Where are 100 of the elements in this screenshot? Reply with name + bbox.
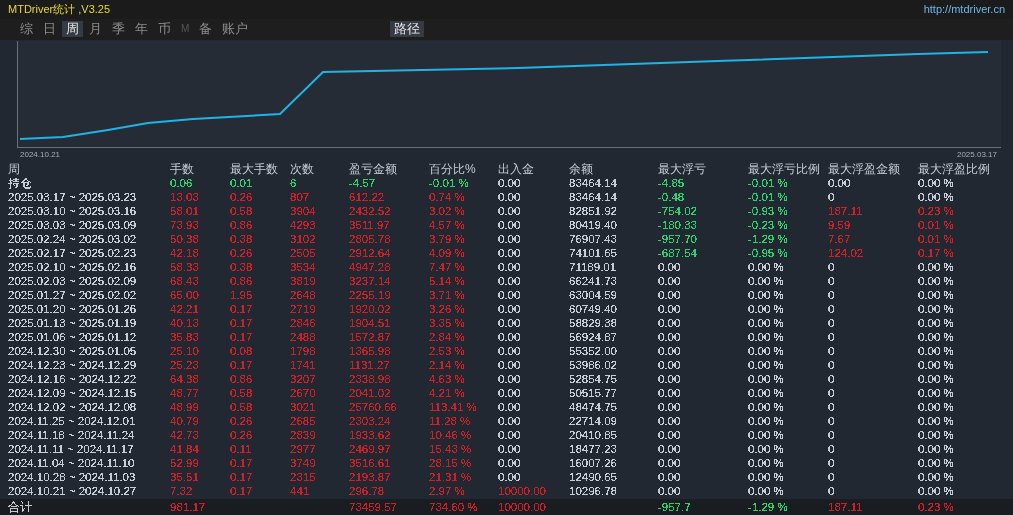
table-cell-text: 0.00	[498, 190, 522, 204]
table-cell-text: 1131.27	[349, 358, 391, 372]
table-cell-text: 0.00	[498, 274, 522, 288]
table-cell-text: 0.23 %	[918, 500, 955, 515]
table-cell-text: -180.33	[658, 218, 698, 232]
table-cell-text: 0.00	[498, 246, 522, 260]
column-header: 余额	[569, 162, 594, 176]
table-cell-text: 0.00	[498, 232, 522, 246]
table-cell-text: 0.00 %	[748, 386, 785, 400]
table-cell-text: 0.00 %	[918, 428, 955, 442]
table-cell-text: 734.60 %	[429, 500, 479, 515]
table-cell-text: 0.00 %	[918, 386, 955, 400]
table-cell-text: 0.00 %	[918, 414, 955, 428]
table-cell-text: 0.00	[658, 344, 682, 358]
table-cell-text: 0.00	[658, 302, 682, 316]
table-cell-text: 10296.78	[569, 484, 618, 498]
table-cell-text: 2303.24	[349, 414, 392, 428]
table-cell-text: 2041.02	[349, 386, 392, 400]
table-cell-text: 63004.59	[569, 288, 618, 302]
table-cell-text: 42.73	[170, 428, 200, 442]
table-cell-text: 0.00	[498, 358, 522, 372]
table-cell-text: 65.00	[170, 288, 200, 302]
table-cell-text: 0.00 %	[918, 442, 955, 456]
period-tab[interactable]: 币	[154, 21, 175, 38]
table-cell-text: 0.00	[658, 484, 682, 498]
period-tab[interactable]: 季	[108, 21, 129, 38]
table-cell-text: 53986.02	[569, 358, 618, 372]
table-cell-text: 0.00	[828, 176, 852, 190]
table-cell-text: 42.21	[170, 302, 200, 316]
row-label: 2024.11.11 ~ 2024.11.17	[8, 442, 135, 456]
period-tab[interactable]: 账户	[218, 21, 253, 38]
table-cell-text: 58.33	[170, 260, 200, 274]
table-cell-text: 0	[828, 302, 836, 316]
table-cell-text: 6	[290, 176, 298, 190]
table-cell-text: 0.00 %	[918, 288, 955, 302]
period-tab[interactable]: 周	[62, 21, 83, 38]
table-cell-text: 0.00	[658, 288, 682, 302]
table-cell-text: 0.00	[498, 316, 522, 330]
table-cell-text: -687.54	[658, 246, 698, 260]
table-cell-text: 0.00 %	[918, 260, 955, 274]
table-cell-text: 2193.87	[349, 470, 392, 484]
table-cell-text: 0.23 %	[918, 204, 955, 218]
table-cell-text: 2.84 %	[429, 330, 466, 344]
table-cell-text: 10000.00	[498, 484, 547, 498]
table-cell-text: 7.47 %	[429, 260, 466, 274]
table-cell-text: 0.58	[230, 400, 254, 414]
table-cell-text: 0.17	[230, 316, 254, 330]
table-cell-text: 0.00 %	[918, 358, 955, 372]
table-cell-text: -0.95 %	[748, 246, 789, 260]
table-cell-text: 22714.09	[569, 414, 618, 428]
table-cell-text: 113.41 %	[429, 400, 478, 414]
table-cell-text: 76907.43	[569, 232, 618, 246]
table-cell-text: 0.00 %	[918, 470, 955, 484]
row-label: 2024.11.18 ~ 2024.11.24	[8, 428, 136, 442]
table-cell-text: 0.00 %	[748, 456, 785, 470]
period-tab[interactable]: 月	[85, 21, 106, 38]
table-cell-text: 187.11	[828, 204, 864, 218]
table-cell-text: 4947.28	[349, 260, 392, 274]
table-cell-text: 60749.40	[569, 302, 618, 316]
row-label: 2025.02.03 ~ 2025.02.09	[8, 274, 138, 288]
row-label: 2024.12.16 ~ 2024.12.22	[8, 372, 138, 386]
table-cell-text: 0.00 %	[748, 442, 785, 456]
table-cell-text: 11.28 %	[429, 414, 472, 428]
table-cell-text: 0.86	[230, 218, 254, 232]
table-cell-text: 83464.14	[569, 176, 618, 190]
axis-label: 2025.03.17	[956, 150, 997, 159]
table-cell-text: 0	[828, 330, 836, 344]
period-tab[interactable]: 年	[131, 21, 152, 38]
row-label: 2024.10.21 ~ 2024.10.27	[8, 484, 138, 498]
table-cell-text: 0.00	[658, 330, 682, 344]
table-cell-text: 0.00 %	[918, 274, 955, 288]
table-cell-text: 13.03	[170, 190, 200, 204]
table-cell-text: 83464.14	[569, 190, 618, 204]
table-cell-text: 0.00	[658, 274, 682, 288]
table-cell-text: 0.58	[230, 204, 254, 218]
table-cell-text: 2719	[290, 302, 317, 316]
path-button[interactable]: 路径	[390, 21, 425, 38]
period-tab[interactable]: 日	[39, 21, 60, 38]
period-tab[interactable]: 备	[195, 21, 217, 38]
table-cell-text: 0.00 %	[918, 456, 955, 470]
axis-label: 2024.10.21	[20, 150, 61, 159]
row-label: 2025.01.27 ~ 2025.02.02	[8, 288, 138, 302]
table-cell-text: 21.31 %	[429, 470, 473, 484]
table-cell-text: 1933.62	[349, 428, 392, 442]
table-cell-text: 2469.97	[349, 442, 392, 456]
table-cell-text: -0.01 %	[748, 176, 789, 190]
table-cell-text: 7.32	[170, 484, 194, 498]
period-tab[interactable]: 综	[16, 21, 37, 38]
table-cell-text: 2.97 %	[429, 484, 466, 498]
table-cell-text: -957.7	[658, 500, 692, 515]
table-cell-text: 0.00	[498, 372, 522, 386]
row-label: 2025.01.06 ~ 2025.01.12	[8, 330, 138, 344]
table-cell-text: 74101.65	[569, 246, 618, 260]
table-cell-text: 18477.23	[569, 442, 618, 456]
table-cell-text: 55352.00	[569, 344, 618, 358]
table-cell-text: 3819	[290, 274, 317, 288]
website-link[interactable]: http://mtdriver.cn	[923, 3, 1005, 16]
table-cell-text: 2977	[290, 442, 317, 456]
table-cell-text: 0.00 %	[748, 316, 785, 330]
table-cell-text: 0.00	[658, 400, 682, 414]
